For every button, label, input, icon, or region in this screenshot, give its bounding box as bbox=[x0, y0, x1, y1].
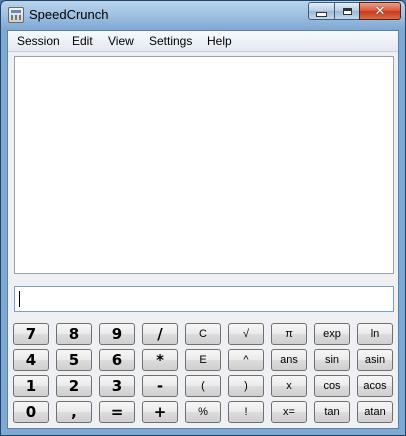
close-button[interactable]: ✕ bbox=[359, 2, 401, 20]
key-percent-button[interactable]: % bbox=[185, 401, 221, 423]
close-icon: ✕ bbox=[374, 3, 386, 19]
calculator-app-icon[interactable] bbox=[8, 7, 24, 23]
maximize-button[interactable] bbox=[334, 2, 360, 20]
key-0-button[interactable]: 0 bbox=[13, 401, 49, 423]
menu-help[interactable]: Help bbox=[207, 34, 232, 48]
key-clear-button[interactable]: C bbox=[185, 323, 221, 345]
minimize-button[interactable] bbox=[308, 2, 335, 20]
key-subtract-button[interactable]: - bbox=[142, 375, 178, 397]
window-title: SpeedCrunch bbox=[29, 7, 109, 22]
speedcrunch-window: SpeedCrunch ✕ Session Edit View Settings… bbox=[0, 0, 406, 436]
menu-settings[interactable]: Settings bbox=[149, 34, 192, 48]
key-exp-button[interactable]: exp bbox=[314, 323, 350, 345]
key-9-button[interactable]: 9 bbox=[99, 323, 135, 345]
key-decimal-separator-button[interactable]: , bbox=[56, 401, 92, 423]
key-exponent-e-button[interactable]: E bbox=[185, 349, 221, 371]
key-atan-button[interactable]: atan bbox=[357, 401, 393, 423]
key-equals-button[interactable]: = bbox=[99, 401, 135, 423]
key-asin-button[interactable]: asin bbox=[357, 349, 393, 371]
key-cos-button[interactable]: cos bbox=[314, 375, 350, 397]
key-8-button[interactable]: 8 bbox=[56, 323, 92, 345]
maximize-icon bbox=[342, 7, 352, 15]
menu-edit[interactable]: Edit bbox=[72, 34, 93, 48]
text-caret bbox=[19, 291, 20, 307]
minimize-icon bbox=[316, 11, 327, 17]
expression-input[interactable] bbox=[14, 286, 394, 312]
menu-session[interactable]: Session bbox=[17, 34, 60, 48]
key-sin-button[interactable]: sin bbox=[314, 349, 350, 371]
client-area: Session Edit View Settings Help 7 8 9 / C √ π e… bbox=[7, 30, 399, 429]
key-3-button[interactable]: 3 bbox=[99, 375, 135, 397]
key-acos-button[interactable]: acos bbox=[357, 375, 393, 397]
key-divide-button[interactable]: / bbox=[142, 323, 178, 345]
key-factorial-button[interactable]: ! bbox=[228, 401, 264, 423]
key-5-button[interactable]: 5 bbox=[56, 349, 92, 371]
key-multiply-button[interactable]: * bbox=[142, 349, 178, 371]
key-assign-x-button[interactable]: x= bbox=[271, 401, 307, 423]
result-display[interactable] bbox=[14, 56, 394, 274]
menu-view[interactable]: View bbox=[108, 34, 134, 48]
key-add-button[interactable]: + bbox=[142, 401, 178, 423]
key-6-button[interactable]: 6 bbox=[99, 349, 135, 371]
key-open-paren-button[interactable]: ( bbox=[185, 375, 221, 397]
key-sqrt-button[interactable]: √ bbox=[228, 323, 264, 345]
key-1-button[interactable]: 1 bbox=[13, 375, 49, 397]
key-7-button[interactable]: 7 bbox=[13, 323, 49, 345]
key-4-button[interactable]: 4 bbox=[13, 349, 49, 371]
key-ln-button[interactable]: ln bbox=[357, 323, 393, 345]
key-variable-x-button[interactable]: x bbox=[271, 375, 307, 397]
key-tan-button[interactable]: tan bbox=[314, 401, 350, 423]
key-close-paren-button[interactable]: ) bbox=[228, 375, 264, 397]
title-bar[interactable]: SpeedCrunch ✕ bbox=[1, 1, 405, 29]
key-power-button[interactable]: ^ bbox=[228, 349, 264, 371]
menu-bar: Session Edit View Settings Help bbox=[8, 31, 398, 52]
key-pi-button[interactable]: π bbox=[271, 323, 307, 345]
key-ans-button[interactable]: ans bbox=[271, 349, 307, 371]
key-2-button[interactable]: 2 bbox=[56, 375, 92, 397]
